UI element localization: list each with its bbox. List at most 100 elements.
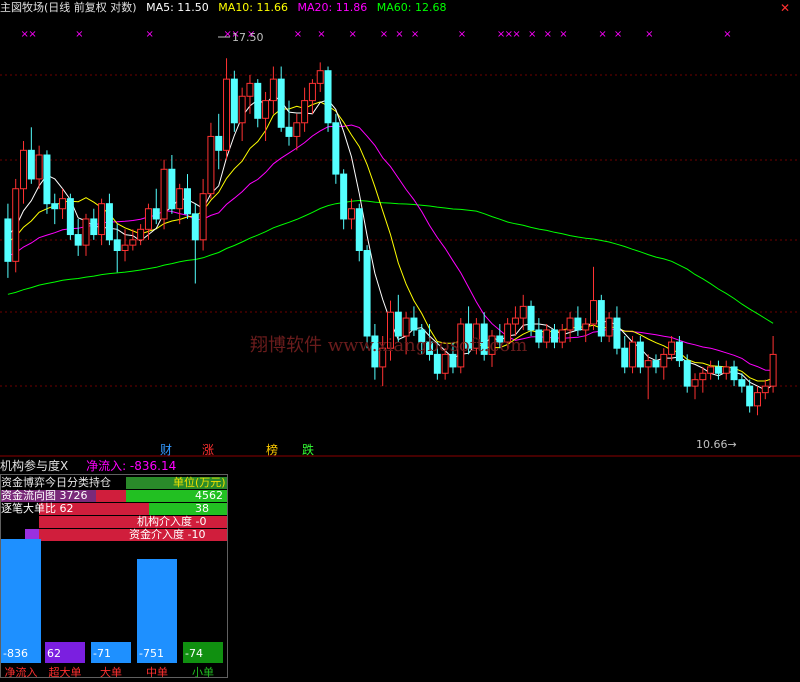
- candle-body: [246, 82, 254, 97]
- top-markers: × × × × × × × × × × × × × × × × × × × × × × × ×: [21, 29, 732, 40]
- order-bar-label: 超大单: [48, 666, 82, 678]
- candle-body: [113, 239, 121, 252]
- candle-body: [144, 208, 152, 230]
- close-icon[interactable]: ✕: [780, 1, 790, 15]
- fund-flow-row: 资金流向图 3726 4562: [1, 490, 227, 502]
- candle-body: [660, 353, 668, 368]
- panel-header-row: 资金博弈今日分类持仓 单位(万元): [1, 477, 227, 489]
- candle-body: [262, 100, 270, 119]
- candle-body: [621, 347, 629, 368]
- panel-unit: 单位(万元): [173, 476, 226, 489]
- candle-body: [191, 213, 199, 241]
- event-marker: ×: [411, 29, 419, 40]
- order-bar-label: 中单: [146, 666, 168, 678]
- low-price-label: 10.66→: [696, 438, 737, 451]
- candle-body: [746, 385, 754, 407]
- big-order-row: 逐笔大单比 62 38: [1, 503, 227, 515]
- candle-body: [332, 122, 340, 175]
- candle-body: [636, 341, 644, 368]
- order-bar-value: -836: [3, 647, 28, 660]
- capital-flow-panel: 资金博弈今日分类持仓 单位(万元) 资金流向图 3726 4562 逐笔大单比 …: [0, 474, 228, 678]
- candle-body: [27, 149, 35, 180]
- candle-body: [441, 353, 449, 374]
- flag-cai: 财: [160, 443, 173, 457]
- candle-body: [363, 250, 371, 337]
- candle-body: [129, 239, 137, 246]
- candle-body: [410, 317, 418, 331]
- candle-body: [535, 329, 543, 343]
- candle-body: [43, 154, 51, 205]
- order-bar-label: 净流入: [4, 666, 38, 678]
- capital-value: 资金介入度 -10: [129, 528, 206, 541]
- candle-body: [566, 317, 574, 331]
- panel-title: 资金博弈今日分类持仓: [1, 476, 111, 489]
- candle-body: [753, 392, 761, 407]
- order-bar-value: -71: [93, 647, 111, 660]
- candle-body: [277, 78, 285, 128]
- candle-body: [582, 323, 590, 331]
- candle-body: [355, 208, 363, 252]
- institution-row: 机构介入度 -0: [1, 516, 227, 528]
- candle-body: [714, 366, 722, 374]
- candle-body: [761, 385, 769, 394]
- big-order-left: 逐笔大单比 62: [1, 502, 74, 515]
- stock-title: 主図牧场(日线 前复权 对数): [0, 1, 137, 14]
- candle-body: [223, 78, 231, 151]
- candle-body: [574, 317, 582, 331]
- candle-body: [527, 305, 535, 331]
- candle-body: [269, 78, 277, 102]
- candle-body: [183, 188, 191, 215]
- candle-body: [137, 228, 145, 241]
- big-order-bar-right: [149, 503, 227, 515]
- candle-body: [675, 341, 683, 362]
- ma60-value: MA60: 12.68: [376, 1, 447, 14]
- candle-body: [90, 218, 98, 236]
- sub-chart-title-row: 机构参与度X 净流入: -836.14: [0, 458, 176, 474]
- candle-body: [121, 244, 129, 252]
- candle-body: [82, 218, 90, 246]
- order-bar: [1, 539, 41, 663]
- event-marker: ×: [559, 29, 567, 40]
- order-bar-value: -751: [139, 647, 164, 660]
- candle-body: [683, 360, 691, 387]
- candle-body: [644, 360, 652, 368]
- candle-body: [66, 198, 74, 236]
- event-marker: ×: [294, 29, 302, 40]
- candle-body: [168, 168, 176, 210]
- candle-body: [238, 95, 246, 124]
- event-marker: ×: [723, 29, 731, 40]
- fund-flow-left: 资金流向图 3726: [1, 489, 88, 502]
- candle-body: [105, 203, 113, 241]
- order-bar-value: 62: [47, 647, 61, 660]
- candle-body: [51, 203, 59, 210]
- event-marker: ×: [614, 29, 622, 40]
- candle-body: [629, 341, 637, 368]
- fund-flow-bar-mid: [96, 490, 126, 502]
- sub-chart-title[interactable]: 机构参与度X: [0, 459, 68, 473]
- candle-body: [160, 168, 168, 220]
- candle-body: [293, 122, 301, 137]
- candle-body: [20, 149, 28, 190]
- candle-body: [152, 208, 160, 220]
- candle-body: [613, 317, 621, 349]
- candlesticks: [4, 58, 777, 416]
- candle-body: [324, 70, 332, 124]
- candle-body: [301, 100, 309, 124]
- big-order-right: 38: [195, 502, 209, 515]
- order-bar-value: -74: [185, 647, 203, 660]
- candle-body: [597, 300, 605, 337]
- order-bar-label: 大单: [100, 666, 122, 678]
- candle-body: [543, 329, 551, 343]
- candle-body: [74, 234, 82, 246]
- candle-body: [558, 329, 566, 343]
- candle-body: [230, 78, 238, 124]
- candle-body: [98, 203, 106, 236]
- event-marker: ×: [28, 29, 36, 40]
- ma20-value: MA20: 11.86: [297, 1, 368, 14]
- institution-value: 机构介入度 -0: [137, 515, 207, 528]
- candle-body: [605, 317, 613, 337]
- flag-die: 跌: [302, 443, 315, 457]
- candle-body: [347, 208, 355, 220]
- high-price-label: 17.50: [232, 31, 264, 44]
- candle-body: [668, 341, 676, 355]
